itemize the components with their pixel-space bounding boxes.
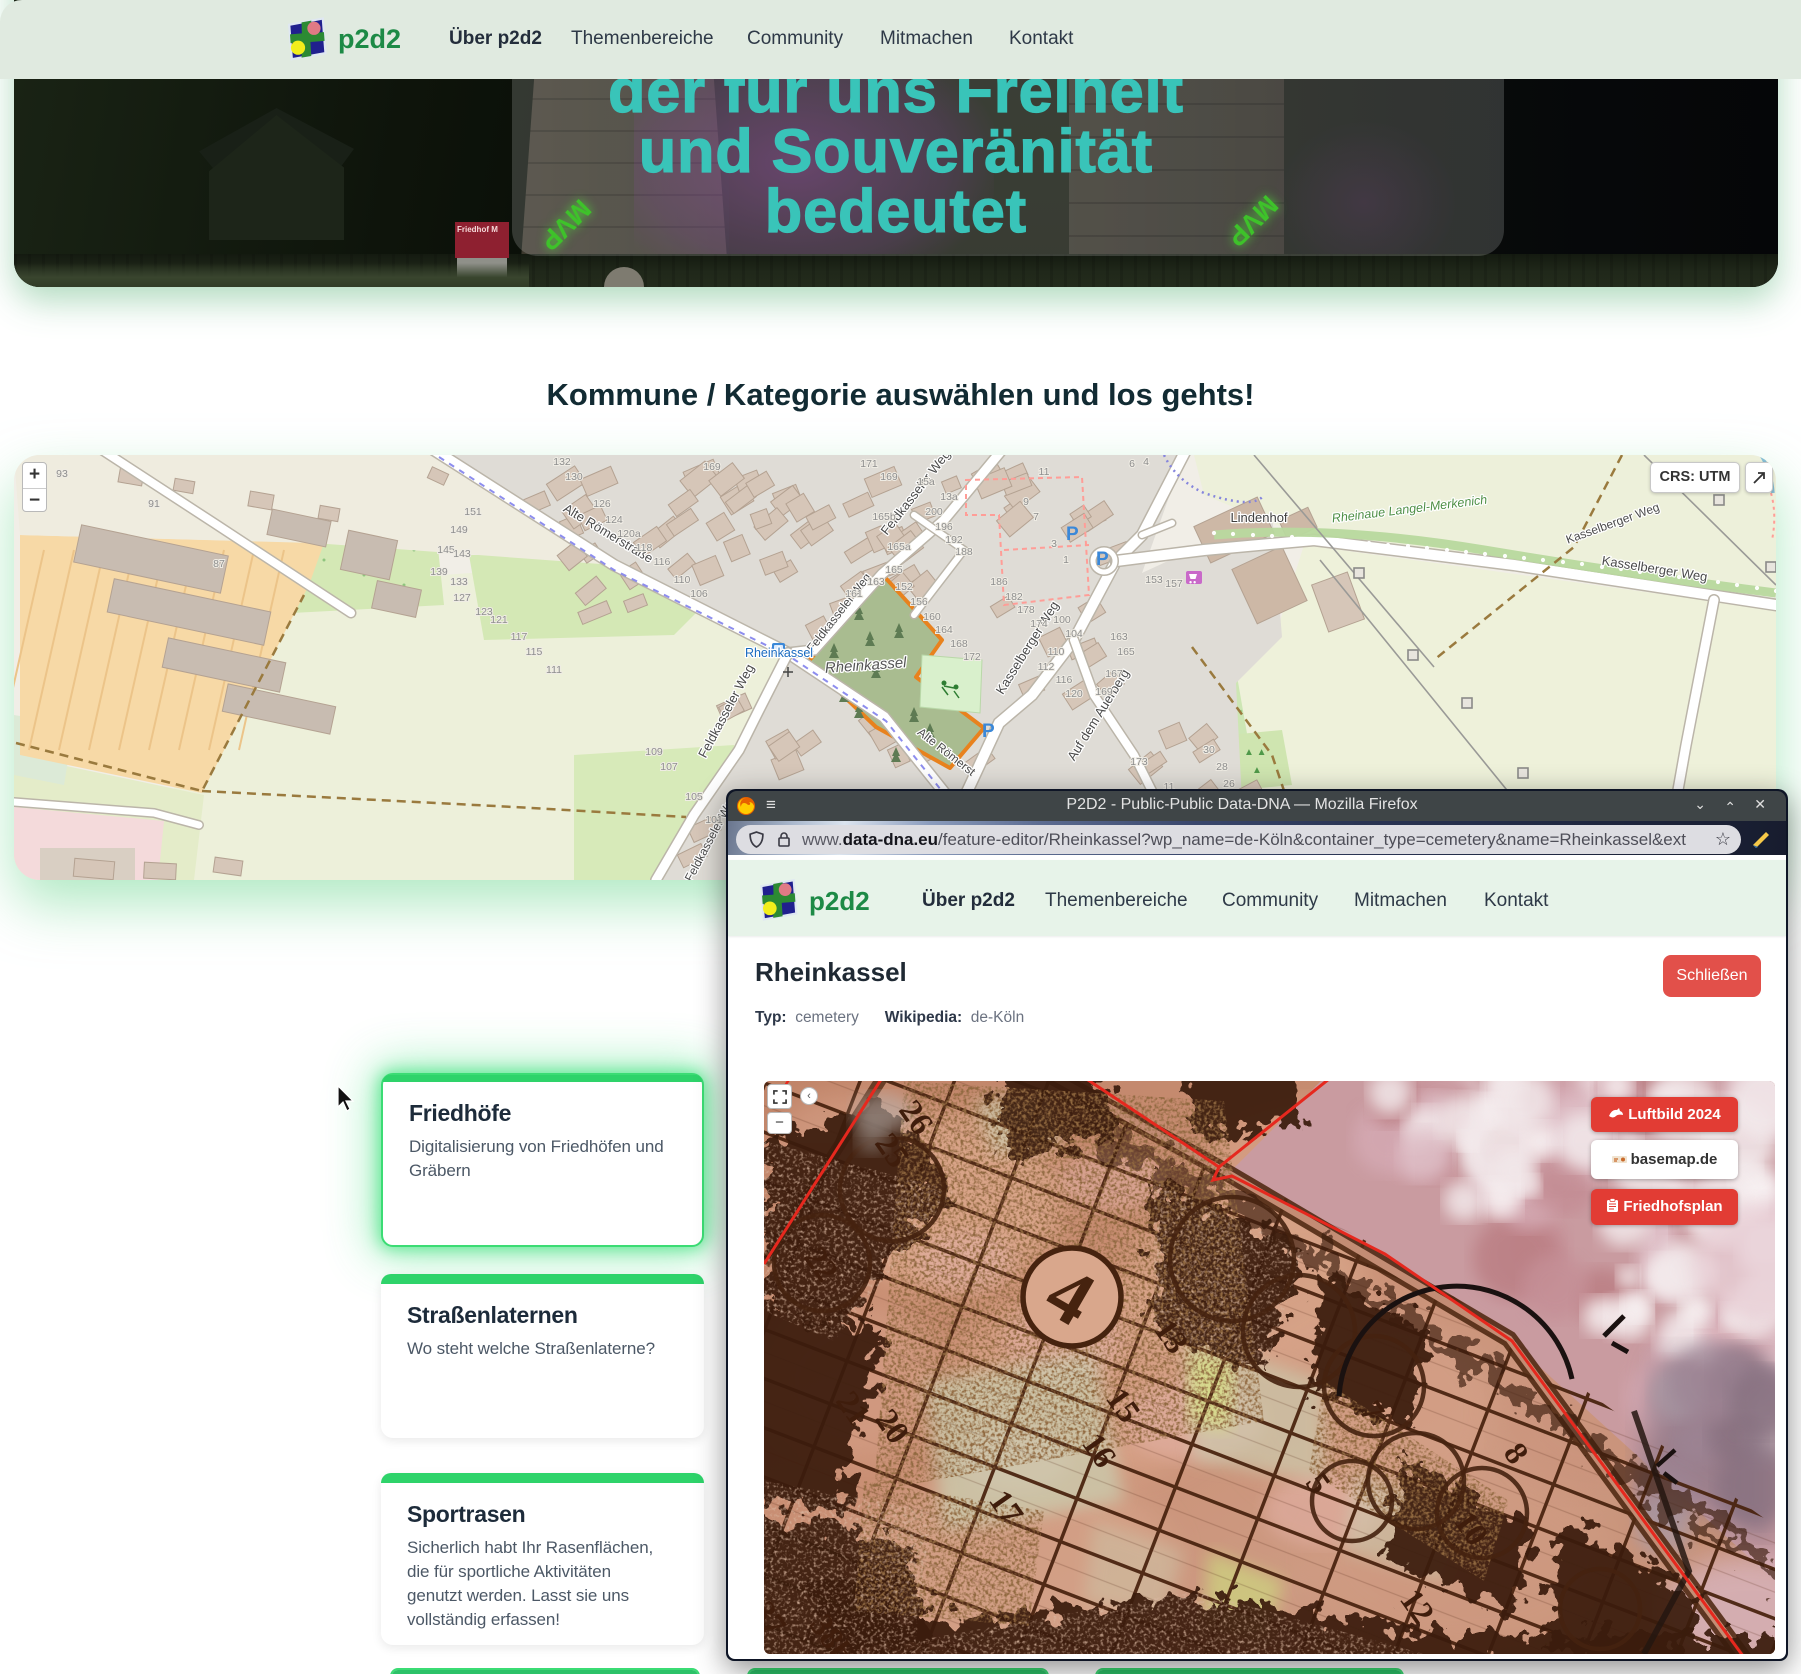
svg-text:111: 111	[546, 664, 562, 676]
svg-text:118: 118	[636, 542, 653, 554]
svg-text:186: 186	[990, 576, 1008, 588]
svg-text:126: 126	[593, 498, 611, 510]
svg-text:169: 169	[1095, 686, 1113, 698]
svg-text:169: 169	[703, 461, 721, 473]
svg-text:174: 174	[1030, 618, 1048, 630]
svg-text:165a: 165a	[887, 541, 911, 553]
svg-text:188: 188	[955, 546, 973, 558]
svg-text:196: 196	[935, 521, 953, 533]
svg-text:124: 124	[605, 514, 623, 526]
svg-text:164: 164	[935, 624, 953, 636]
svg-text:6: 6	[1129, 458, 1135, 470]
svg-text:115: 115	[526, 646, 543, 658]
svg-text:116: 116	[1056, 674, 1073, 686]
svg-text:▲: ▲	[1252, 765, 1262, 776]
svg-text:130: 130	[565, 471, 583, 483]
svg-text:105: 105	[685, 791, 703, 803]
svg-text:▲ ▲: ▲ ▲	[1244, 747, 1267, 758]
svg-text:153: 153	[1145, 574, 1163, 586]
svg-text:93: 93	[56, 468, 68, 480]
svg-text:Rheinkassel: Rheinkassel	[745, 646, 813, 660]
svg-text:104: 104	[1065, 628, 1083, 640]
svg-text:139: 139	[430, 566, 448, 578]
svg-text:121: 121	[490, 614, 508, 626]
svg-text:100: 100	[1053, 614, 1071, 626]
svg-text:156: 156	[910, 596, 928, 608]
svg-text:87: 87	[213, 558, 225, 570]
svg-text:P: P	[982, 721, 995, 742]
svg-text:171: 171	[860, 458, 878, 470]
svg-text:178: 178	[1017, 604, 1035, 616]
svg-text:173: 173	[1130, 756, 1148, 768]
svg-text:161: 161	[845, 588, 863, 600]
svg-text:9: 9	[1023, 496, 1029, 508]
svg-text:165: 165	[1117, 646, 1135, 658]
svg-text:106: 106	[690, 588, 708, 600]
svg-text:168: 168	[950, 638, 968, 650]
svg-text:101: 101	[705, 814, 723, 826]
svg-text:15a: 15a	[917, 476, 935, 488]
svg-text:167: 167	[1105, 668, 1123, 680]
svg-text:151: 151	[464, 506, 482, 518]
svg-text:163: 163	[1110, 631, 1128, 643]
svg-text:Lindenhof: Lindenhof	[1230, 510, 1287, 525]
svg-text:172: 172	[963, 651, 981, 663]
svg-text:165b: 165b	[872, 511, 896, 523]
svg-text:120: 120	[1065, 688, 1083, 700]
svg-text:163: 163	[867, 576, 885, 588]
svg-text:192: 192	[945, 534, 963, 546]
svg-text:200: 200	[925, 506, 943, 518]
svg-text:182: 182	[1005, 591, 1023, 603]
svg-text:110: 110	[1048, 646, 1065, 658]
svg-text:152: 152	[895, 581, 913, 593]
svg-text:3: 3	[1051, 538, 1057, 550]
svg-text:4: 4	[1143, 456, 1149, 468]
svg-text:30: 30	[1203, 744, 1215, 756]
svg-text:11: 11	[1039, 466, 1050, 478]
svg-text:120a: 120a	[617, 528, 641, 540]
svg-text:109: 109	[645, 746, 663, 758]
svg-text:160: 160	[923, 611, 941, 623]
svg-text:P: P	[1096, 549, 1109, 570]
svg-text:169: 169	[880, 471, 898, 483]
svg-text:149: 149	[450, 524, 468, 536]
svg-text:107: 107	[660, 761, 678, 773]
svg-text:7: 7	[1033, 511, 1039, 523]
svg-text:28: 28	[1216, 761, 1228, 773]
svg-text:1: 1	[1063, 554, 1069, 566]
svg-text:P: P	[1066, 524, 1079, 545]
svg-text:110: 110	[674, 574, 691, 586]
svg-text:117: 117	[511, 631, 528, 643]
svg-text:13a: 13a	[940, 491, 958, 503]
svg-text:157: 157	[1165, 578, 1183, 590]
svg-text:112: 112	[1038, 661, 1055, 673]
svg-text:91: 91	[148, 498, 160, 510]
svg-text:143: 143	[453, 548, 471, 560]
svg-text:116: 116	[654, 556, 671, 568]
svg-text:132: 132	[553, 456, 571, 468]
svg-text:165: 165	[885, 564, 903, 576]
svg-text:127: 127	[453, 592, 471, 604]
svg-text:133: 133	[450, 576, 468, 588]
